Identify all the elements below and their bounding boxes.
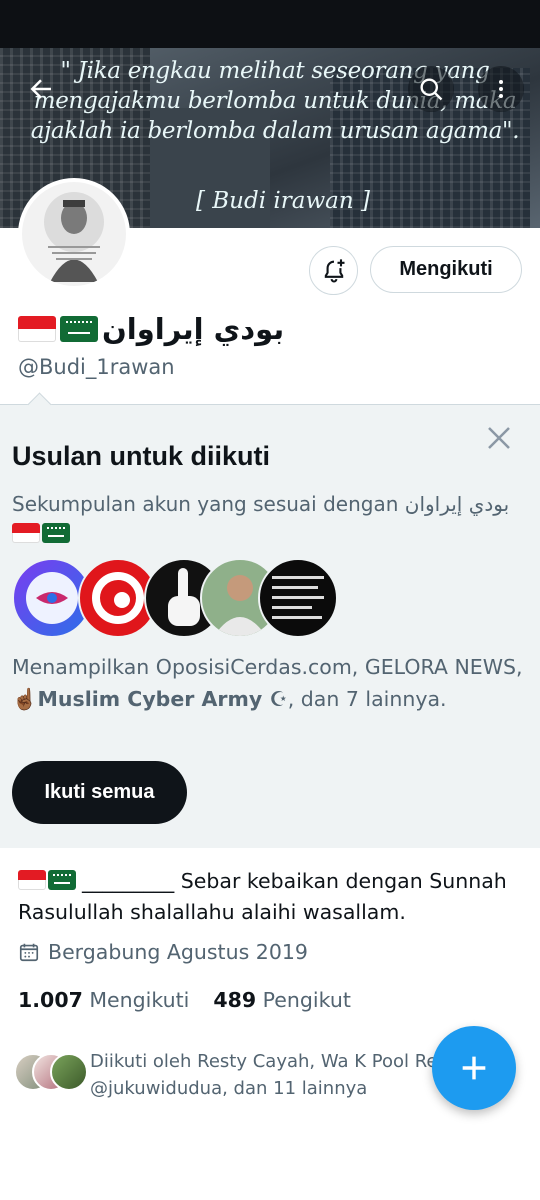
followed-by-line2: @jukuwidudua, dan 11 lainnya	[90, 1078, 368, 1099]
followers-label: Pengikut	[262, 988, 351, 1012]
profile-bio: _________ Sebar kebaikan dengan Sunnah R…	[18, 866, 528, 928]
close-suggestions-button[interactable]	[484, 423, 514, 453]
joined-date: Bergabung Agustus 2019	[18, 940, 308, 964]
suggestions-title: Usulan untuk diikuti	[12, 441, 271, 471]
compose-fab[interactable]	[432, 1026, 516, 1110]
following-count: 1.007	[18, 988, 83, 1012]
follow-suggestions-panel: Usulan untuk diikuti Sekumpulan akun yan…	[0, 392, 540, 848]
search-button[interactable]	[408, 66, 454, 112]
arrow-left-icon	[30, 79, 51, 99]
profile-handle: @Budi_1rawan	[18, 355, 175, 379]
indonesia-flag-icon	[18, 870, 46, 890]
followed-by-text: Diikuti oleh Resty Cayah, Wa K Pool Re @…	[90, 1048, 438, 1102]
following-label: Mengikuti	[89, 988, 190, 1012]
panel-notch	[27, 392, 52, 417]
search-icon	[420, 78, 443, 101]
shown-prefix: Menampilkan OposisiCerdas.com, GELORA NE…	[12, 655, 523, 679]
display-name: بودي إيراوان	[18, 312, 284, 346]
more-vertical-icon	[499, 80, 503, 98]
follower-avatar	[50, 1053, 88, 1091]
notification-bell-button[interactable]	[309, 246, 358, 295]
display-name-text: بودي إيراوان	[102, 312, 285, 346]
follow-stats: 1.007 Mengikuti 489 Pengikut	[18, 988, 351, 1012]
suggested-avatars[interactable]	[12, 558, 342, 640]
banner-quote-author: [ Budi irawan ]	[196, 188, 370, 214]
plus-icon	[462, 1056, 486, 1080]
saudi-flag-icon	[48, 870, 76, 890]
followers-count: 489	[213, 988, 257, 1012]
indonesia-flag-icon	[12, 523, 40, 543]
bell-plus-icon	[324, 258, 344, 283]
shown-bold-account: ☝🏾Muslim Cyber Army ☪	[12, 687, 288, 711]
suggestions-description: Sekumpulan akun yang sesuai dengan بودي …	[12, 492, 510, 516]
bio-flags	[18, 870, 76, 890]
followed-by[interactable]: Diikuti oleh Resty Cayah, Wa K Pool Re @…	[14, 1048, 444, 1108]
following-stat[interactable]: 1.007 Mengikuti	[18, 988, 189, 1012]
followed-by-line1: Diikuti oleh Resty Cayah, Wa K Pool Re	[90, 1051, 438, 1072]
saudi-flag-icon	[60, 316, 98, 342]
suggested-avatar[interactable]	[258, 558, 338, 638]
avatar-image	[22, 182, 126, 286]
more-button[interactable]	[478, 66, 524, 112]
indonesia-flag-icon	[18, 316, 56, 342]
profile-avatar[interactable]	[18, 178, 130, 290]
suggestions-description-flags	[12, 523, 70, 543]
status-bar	[0, 0, 540, 48]
calendar-icon	[19, 943, 39, 962]
suggestions-shown-text: Menampilkan OposisiCerdas.com, GELORA NE…	[12, 651, 532, 715]
bio-text: _________ Sebar kebaikan dengan Sunnah R…	[18, 869, 507, 924]
follow-all-button[interactable]: Ikuti semua	[12, 761, 187, 824]
back-button[interactable]	[18, 66, 64, 112]
followers-stat[interactable]: 489 Pengikut	[213, 988, 351, 1012]
text-image-icon	[272, 576, 324, 619]
shown-suffix: , dan 7 lainnya.	[287, 687, 447, 711]
following-button[interactable]: Mengikuti	[370, 246, 522, 293]
saudi-flag-icon	[42, 523, 70, 543]
joined-text: Bergabung Agustus 2019	[48, 940, 308, 964]
close-icon	[488, 427, 510, 449]
